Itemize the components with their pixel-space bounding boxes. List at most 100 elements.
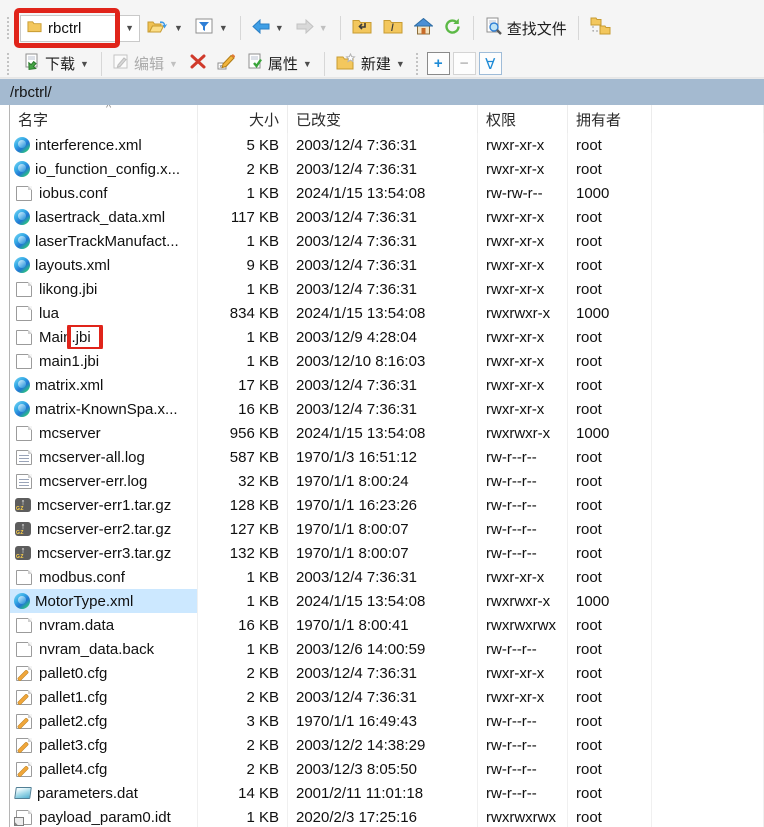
file-changed: 2001/2/11 11:01:18 [288, 781, 478, 805]
table-row[interactable]: main1.jbi 1 KB 2003/12/10 8:16:03 rwxr-x… [10, 349, 764, 373]
file-owner: 1000 [568, 181, 652, 205]
file-type-icon [16, 426, 32, 441]
file-owner: root [568, 709, 652, 733]
table-row[interactable]: lua 834 KB 2024/1/15 13:54:08 rwxrwxr-x … [10, 301, 764, 325]
sort-ascending-icon: ^ [106, 105, 111, 114]
file-name: nvram.data [39, 617, 114, 634]
synchronize-browsing-button[interactable] [586, 14, 616, 42]
chevron-down-icon[interactable]: ▼ [302, 59, 313, 69]
file-size: 16 KB [198, 397, 288, 421]
file-type-icon [14, 593, 30, 609]
table-row[interactable]: mcserver-err3.tar.gz 132 KB 1970/1/1 8:0… [10, 541, 764, 565]
file-changed: 2003/12/4 7:36:31 [288, 229, 478, 253]
home-directory-button[interactable] [410, 15, 437, 42]
forall-filter-button[interactable]: ∀ [479, 52, 502, 75]
chevron-down-icon[interactable]: ▼ [173, 23, 184, 33]
toolbar-grip-handle[interactable] [7, 53, 12, 75]
add-button[interactable]: + [427, 52, 450, 75]
table-row[interactable]: MotorType.xml 1 KB 2024/1/15 13:54:08 rw… [10, 589, 764, 613]
find-files-button[interactable]: 查找文件 [481, 14, 571, 42]
table-row[interactable]: iobus.conf 1 KB 2024/1/15 13:54:08 rw-rw… [10, 181, 764, 205]
parent-directory-button[interactable] [348, 15, 376, 41]
file-owner: root [568, 685, 652, 709]
chevron-down-icon[interactable]: ▼ [274, 23, 285, 33]
table-row[interactable]: pallet1.cfg 2 KB 2003/12/4 7:36:31 rwxr-… [10, 685, 764, 709]
table-row[interactable]: mcserver-err2.tar.gz 127 KB 1970/1/1 8:0… [10, 517, 764, 541]
address-combobox[interactable]: rbctrl ▼ [20, 15, 140, 42]
open-directory-button[interactable]: ▼ [143, 15, 188, 42]
table-row[interactable]: io_function_config.x... 2 KB 2003/12/4 7… [10, 157, 764, 181]
table-row[interactable]: modbus.conf 1 KB 2003/12/4 7:36:31 rwxr-… [10, 565, 764, 589]
file-owner: root [568, 205, 652, 229]
path-bar[interactable]: /rbctrl/ [0, 78, 764, 105]
file-name: matrix.xml [35, 377, 103, 394]
table-row[interactable]: pallet2.cfg 3 KB 1970/1/1 16:49:43 rw-r-… [10, 709, 764, 733]
table-row[interactable]: Main.jbi 1 KB 2003/12/9 4:28:04 rwxr-xr-… [10, 325, 764, 349]
root-directory-button[interactable]: / [379, 15, 407, 41]
table-row[interactable]: pallet0.cfg 2 KB 2003/12/4 7:36:31 rwxr-… [10, 661, 764, 685]
file-owner: root [568, 325, 652, 349]
edit-button[interactable]: 编辑 ▼ [109, 50, 183, 77]
file-owner: root [568, 805, 652, 827]
file-changed: 2003/12/4 7:36:31 [288, 157, 478, 181]
table-row[interactable]: interference.xml 5 KB 2003/12/4 7:36:31 … [10, 133, 764, 157]
file-size: 127 KB [198, 517, 288, 541]
arrow-left-icon [252, 19, 270, 38]
column-header-row: 名字 ^ 大小 已改变 权限 拥有者 [10, 105, 764, 133]
back-button[interactable]: ▼ [248, 16, 289, 41]
column-header-owner[interactable]: 拥有者 [568, 105, 652, 133]
column-header-rights[interactable]: 权限 [478, 105, 568, 133]
table-row[interactable]: pallet4.cfg 2 KB 2003/12/3 8:05:50 rw-r-… [10, 757, 764, 781]
column-header-changed[interactable]: 已改变 [288, 105, 478, 133]
chevron-down-icon: ▼ [318, 23, 329, 33]
row-spacer [652, 133, 764, 157]
table-row[interactable]: likong.jbi 1 KB 2003/12/4 7:36:31 rwxr-x… [10, 277, 764, 301]
svg-text:/: / [391, 23, 394, 34]
file-name: mcserver [39, 425, 101, 442]
table-row[interactable]: mcserver-err.log 32 KB 1970/1/1 8:00:24 … [10, 469, 764, 493]
toolbar-grip-handle[interactable] [7, 17, 12, 39]
column-header-spacer [652, 105, 764, 133]
new-button[interactable]: 新建 ▼ [332, 50, 410, 77]
chevron-down-icon[interactable]: ▼ [218, 23, 229, 33]
chevron-down-icon[interactable]: ▼ [395, 59, 406, 69]
toolbar-separator [578, 16, 579, 40]
column-header-size[interactable]: 大小 [198, 105, 288, 133]
row-spacer [652, 157, 764, 181]
table-row[interactable]: nvram_data.back 1 KB 2003/12/6 14:00:59 … [10, 637, 764, 661]
folder-root-icon: / [383, 18, 403, 38]
filter-button[interactable]: ▼ [191, 15, 233, 41]
download-button[interactable]: 下载 ▼ [18, 50, 94, 78]
table-row[interactable]: pallet3.cfg 2 KB 2003/12/2 14:38:29 rw-r… [10, 733, 764, 757]
file-owner: 1000 [568, 421, 652, 445]
table-row[interactable]: matrix.xml 17 KB 2003/12/4 7:36:31 rwxr-… [10, 373, 764, 397]
file-changed: 2003/12/2 14:38:29 [288, 733, 478, 757]
properties-icon [247, 53, 264, 75]
chevron-down-icon[interactable]: ▼ [79, 59, 90, 69]
file-rights: rw-r--r-- [478, 493, 568, 517]
row-spacer [652, 445, 764, 469]
file-rights: rw-r--r-- [478, 517, 568, 541]
delete-button[interactable] [186, 51, 210, 76]
table-row[interactable]: payload_param0.idt 1 KB 2020/2/3 17:25:1… [10, 805, 764, 827]
table-row[interactable]: parameters.dat 14 KB 2001/2/11 11:01:18 … [10, 781, 764, 805]
table-row[interactable]: mcserver 956 KB 2024/1/15 13:54:08 rwxrw… [10, 421, 764, 445]
table-row[interactable]: mcserver-err1.tar.gz 128 KB 1970/1/1 16:… [10, 493, 764, 517]
file-changed: 1970/1/1 8:00:24 [288, 469, 478, 493]
table-row[interactable]: nvram.data 16 KB 1970/1/1 8:00:41 rwxrwx… [10, 613, 764, 637]
table-row[interactable]: lasertrack_data.xml 117 KB 2003/12/4 7:3… [10, 205, 764, 229]
chevron-down-icon[interactable]: ▼ [124, 23, 135, 33]
column-header-name[interactable]: 名字 ^ [10, 105, 198, 133]
properties-button[interactable]: 属性 ▼ [243, 50, 317, 78]
table-row[interactable]: mcserver-all.log 587 KB 1970/1/3 16:51:1… [10, 445, 764, 469]
remove-button[interactable]: − [453, 52, 476, 75]
rename-button[interactable]: x [213, 51, 240, 77]
table-row[interactable]: layouts.xml 9 KB 2003/12/4 7:36:31 rwxr-… [10, 253, 764, 277]
file-rights: rwxrwxr-x [478, 421, 568, 445]
table-row[interactable]: matrix-KnownSpa.x... 16 KB 2003/12/4 7:3… [10, 397, 764, 421]
forward-button[interactable]: ▼ [292, 16, 333, 41]
toolbar-grip-handle[interactable] [416, 53, 421, 75]
table-row[interactable]: laserTrackManufact... 1 KB 2003/12/4 7:3… [10, 229, 764, 253]
file-rights: rw-r--r-- [478, 781, 568, 805]
refresh-button[interactable] [440, 15, 466, 42]
